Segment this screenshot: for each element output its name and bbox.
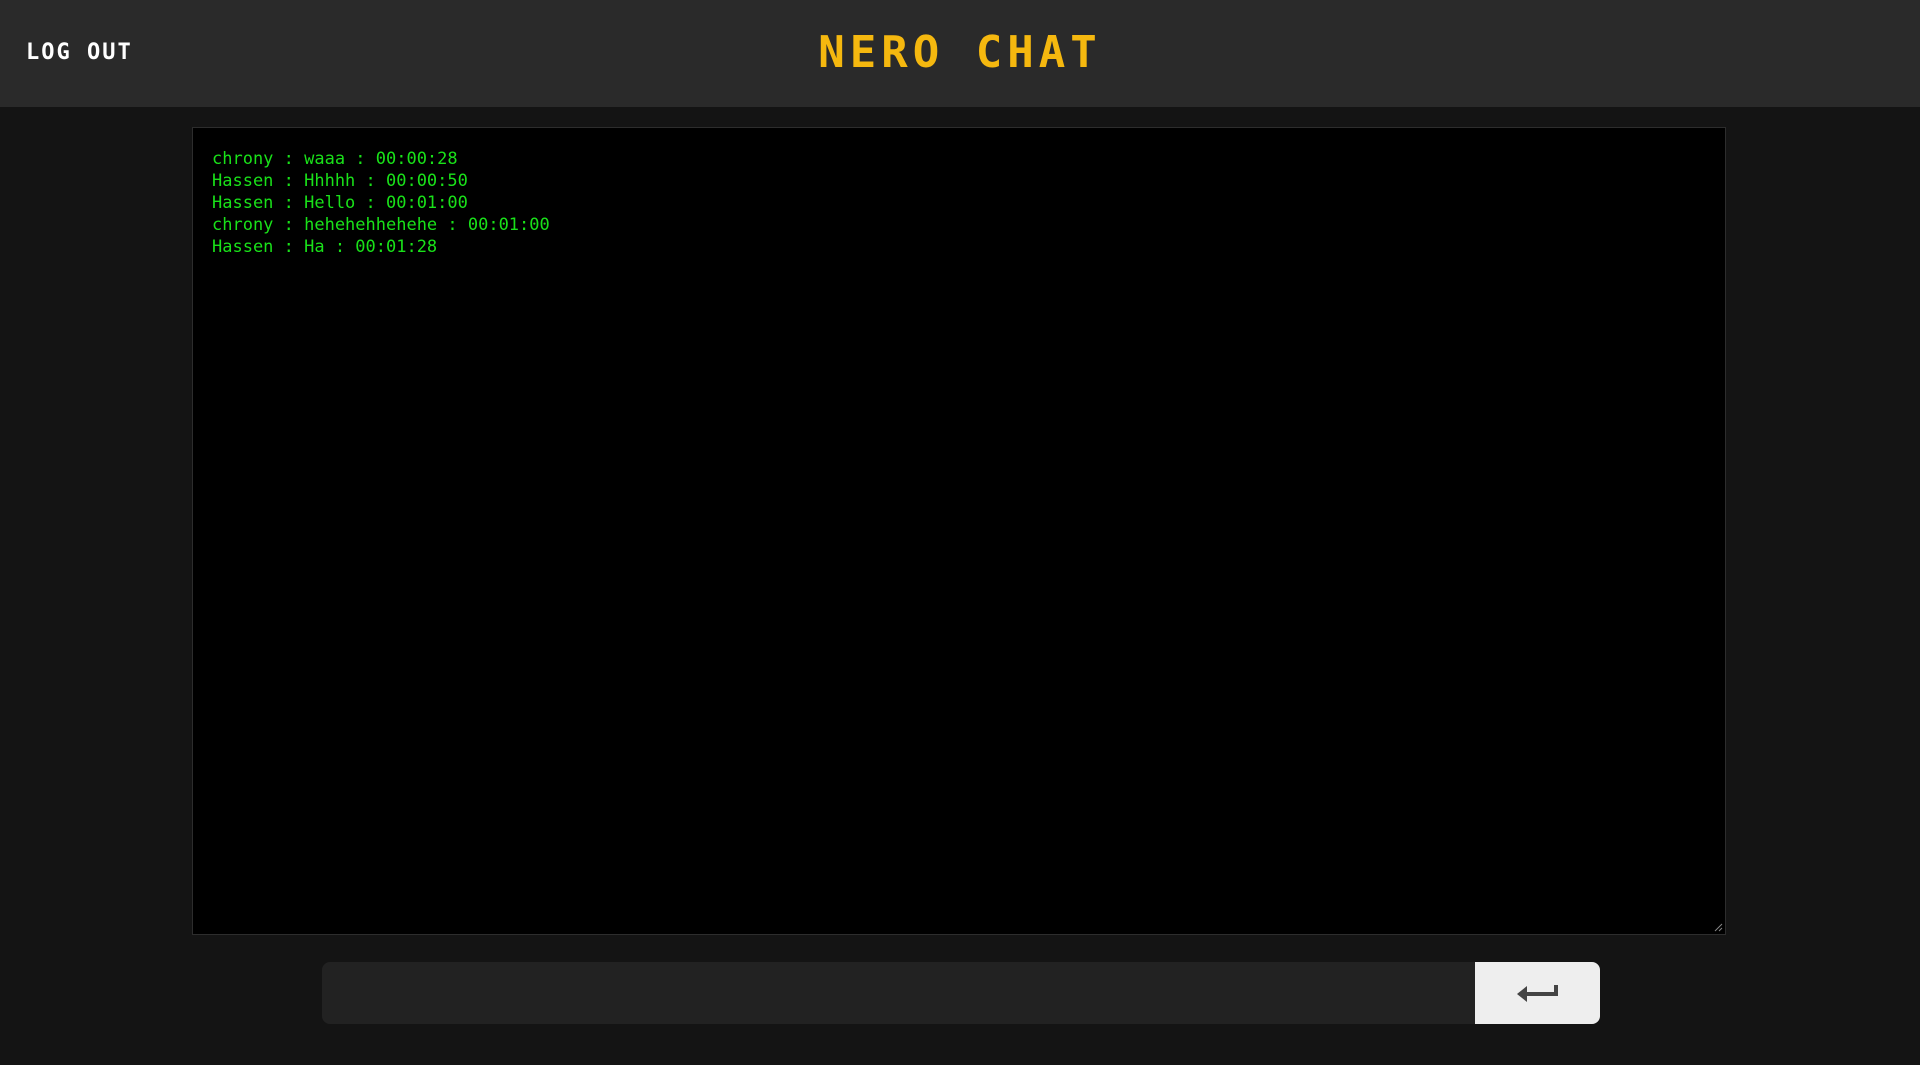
chat-message: Hassen : Hello : 00:01:00 <box>212 193 468 213</box>
message-input[interactable] <box>322 962 1475 1024</box>
resize-grip-icon[interactable] <box>1713 922 1723 932</box>
top-bar: LOG OUT NERO CHAT <box>0 0 1920 107</box>
chat-message: chrony : waaa : 00:00:28 <box>212 149 458 169</box>
chat-message: Hassen : Hhhhh : 00:00:50 <box>212 171 468 191</box>
message-composer <box>322 962 1600 1024</box>
enter-return-icon <box>1516 985 1558 1002</box>
send-button[interactable] <box>1475 962 1600 1024</box>
app-title: NERO CHAT <box>818 27 1102 78</box>
chat-message: Hassen : Ha : 00:01:28 <box>212 237 438 257</box>
chat-log[interactable]: chrony : waaa : 00:00:28 Hassen : Hhhhh … <box>192 127 1726 935</box>
chat-message: chrony : hehehehhehehe : 00:01:00 <box>212 215 550 235</box>
